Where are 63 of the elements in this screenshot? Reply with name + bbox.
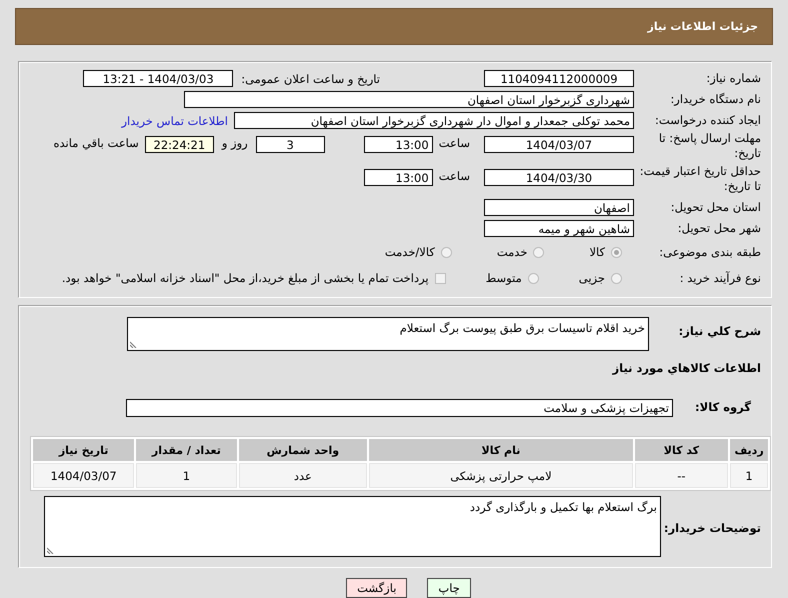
back-button[interactable]: بازگشت: [346, 578, 408, 598]
validity-time-field: 13:00: [364, 169, 433, 186]
section-heading: اطلاعات کالاهاي مورد نیاز: [611, 360, 762, 375]
table-cell: لامپ حرارتی پزشکی: [369, 463, 633, 488]
field-label: ساعت: [438, 169, 470, 183]
city-field: شاهین شهر و میمه: [484, 220, 634, 237]
field-label: حداقل تاریخ اعتبار قیمت: تا تاریخ:: [638, 164, 762, 194]
radio-button[interactable]: [611, 246, 622, 258]
resize-grip-icon[interactable]: [130, 341, 137, 348]
option-label: کالا: [589, 245, 605, 259]
checkbox[interactable]: [434, 272, 446, 284]
buyer-contact-link[interactable]: اطلاعات تماس خریدار: [121, 114, 228, 128]
field-label: گروه کالا:: [694, 400, 752, 415]
column-header: واحد شمارش: [238, 439, 368, 461]
column-header: ردیف: [730, 439, 768, 461]
validity-date-field: 1404/03/30: [484, 169, 634, 186]
field-label: شهر محل تحویل:: [676, 221, 762, 236]
days-field: 3: [256, 136, 325, 153]
field-label: شماره نیاز:: [705, 71, 762, 86]
field-label: ایجاد کننده درخواست:: [654, 113, 762, 128]
field-label: تاریخ و ساعت اعلان عمومی:: [241, 72, 380, 86]
buyer-field: شهرداری گزبرخوار استان اصفهان: [184, 91, 634, 108]
field-label: مهلت ارسال پاسخ: تا تاریخ:: [658, 131, 762, 161]
radio-button[interactable]: [611, 272, 622, 284]
deadline-time-field: 13:00: [364, 136, 433, 153]
need-number-field: 1104094112000009: [484, 70, 634, 87]
deadline-date-field: 1404/03/07: [484, 136, 634, 153]
option-label: متوسط: [486, 271, 522, 285]
remaining-time-field: 22:24:21: [144, 136, 214, 153]
column-header: تاریخ نیاز: [33, 439, 134, 461]
field-label: روز و: [222, 136, 248, 150]
announce-date-field: 1404/03/03 - 13:21: [83, 70, 234, 87]
option-label: کالا/خدمت: [384, 245, 435, 259]
column-header: نام کالا: [369, 439, 633, 461]
province-field: اصفهان: [484, 199, 634, 216]
field-label: شرح کلي نیاز:: [678, 323, 762, 339]
column-header: تعداد / مقدار: [136, 439, 237, 461]
table-cell: عدد: [238, 463, 368, 488]
field-label: توضیحات خریدار:: [662, 520, 762, 536]
field-label: استان محل تحویل:: [670, 200, 762, 215]
goods-group-field: تجهیزات پزشکی و سلامت: [126, 398, 673, 416]
creator-field: محمد توکلی جمعدار و اموال دار شهرداری گزبرخوار استان اصفهان: [234, 112, 634, 129]
table-cell: 1: [730, 463, 768, 488]
table-cell: 1404/03/07: [33, 463, 134, 488]
table-cell: 1: [136, 463, 237, 488]
table-cell: --: [634, 463, 728, 488]
page-title: جزئیات اطلاعات نیاز: [648, 20, 758, 33]
print-button[interactable]: چاپ: [427, 578, 471, 598]
option-label: جزیی: [578, 271, 605, 285]
field-label: نام دستگاه خریدار:: [669, 92, 762, 107]
radio-button[interactable]: [440, 246, 452, 258]
radio-button[interactable]: [533, 246, 544, 258]
radio-button[interactable]: [528, 272, 539, 284]
field-label: ساعت: [438, 136, 470, 150]
field-label: نوع فرآیند خرید :: [678, 270, 762, 286]
field-label: طبقه بندی موضوعی:: [658, 244, 762, 260]
column-header: کد کالا: [634, 439, 728, 461]
resize-grip-icon[interactable]: [47, 547, 54, 554]
field-label: ساعت باقي مانده: [54, 136, 139, 150]
buyer-notes-box[interactable]: برگ استعلام بها تکمیل و بارگذاری گردد: [44, 496, 661, 557]
option-label: خدمت: [496, 245, 528, 259]
checkbox-label: پرداخت تمام یا بخشی از مبلغ خرید،از محل "اسناد خزانه اسلامی" خواهد بود.: [62, 271, 429, 285]
description-box[interactable]: خرید اقلام تاسیسات برق طبق پیوست برگ استعلام: [127, 317, 649, 351]
